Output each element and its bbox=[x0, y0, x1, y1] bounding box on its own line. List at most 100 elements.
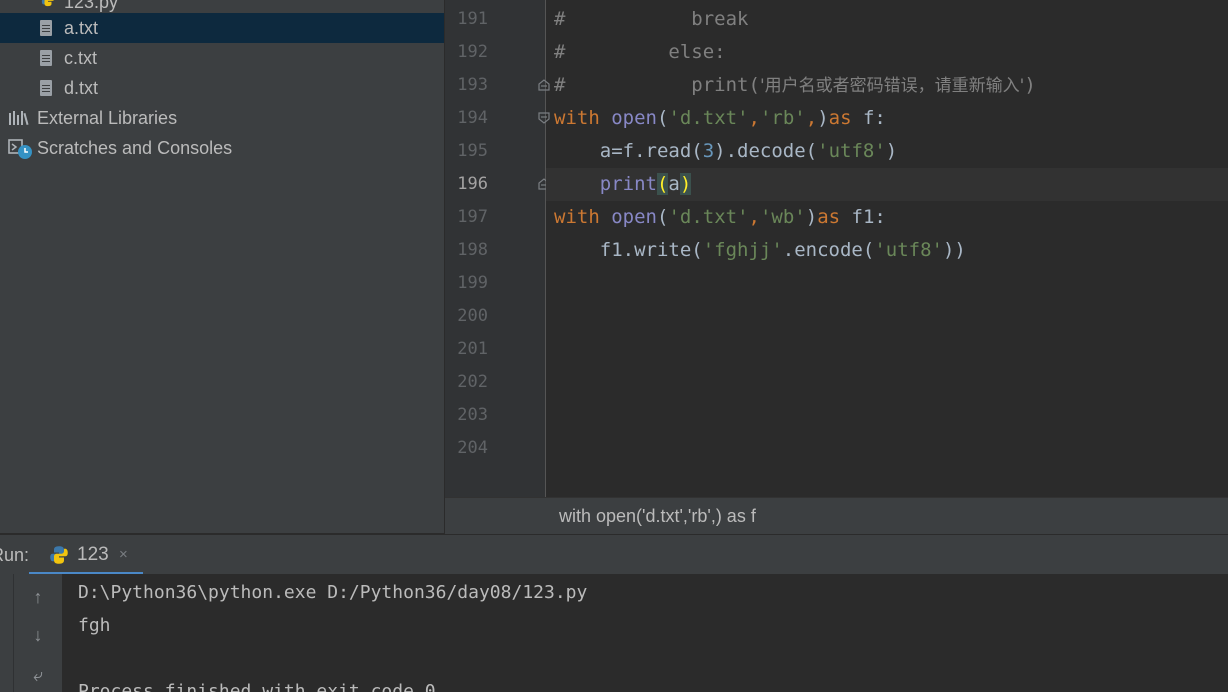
keyword-as: as bbox=[828, 107, 852, 129]
string-literal: 'utf8' bbox=[817, 140, 886, 162]
arrow-down-icon[interactable]: ↓ bbox=[26, 623, 50, 647]
run-tool-window-header: Run: 123 × bbox=[0, 534, 1228, 575]
breadcrumb[interactable]: with open('d.txt','rb',) as f bbox=[559, 498, 756, 534]
line-number-current: 196 bbox=[457, 174, 488, 194]
string-literal: 'fghjj' bbox=[702, 239, 783, 261]
paren: ) bbox=[885, 140, 898, 162]
run-label: Run: bbox=[0, 545, 30, 565]
code-line-193[interactable]: # print('用户名或者密码错误，请重新输入') bbox=[554, 69, 1036, 102]
run-tab-label: 123 bbox=[77, 544, 109, 565]
text-file-icon bbox=[40, 80, 52, 96]
arrow-up-icon[interactable]: ↑ bbox=[26, 585, 50, 609]
line-number-gutter: 191 192 193 194 195 196 197 198 199 200 … bbox=[445, 0, 545, 497]
code-line-197[interactable]: with open('d.txt','wb')as f1: bbox=[554, 201, 886, 234]
tree-item-label: Scratches and Consoles bbox=[37, 138, 233, 158]
tree-item-d-txt[interactable]: d.txt bbox=[0, 73, 444, 103]
keyword-with: with bbox=[554, 107, 600, 129]
library-icon bbox=[9, 111, 31, 126]
tree-item-label: c.txt bbox=[64, 48, 98, 68]
tree-item-a-txt[interactable]: a.txt bbox=[0, 13, 444, 43]
matched-paren: ( bbox=[656, 173, 669, 195]
expression: .encode( bbox=[782, 239, 875, 261]
comment-print: print bbox=[691, 74, 749, 96]
fold-end-icon[interactable] bbox=[538, 79, 550, 91]
fold-start-icon[interactable] bbox=[538, 112, 550, 124]
editor-breadcrumb-bar: with open('d.txt','rb',) as f bbox=[445, 497, 1228, 534]
line-number: 202 bbox=[457, 372, 488, 392]
tree-item-label: External Libraries bbox=[37, 108, 178, 128]
comment: # break bbox=[554, 8, 749, 30]
matched-paren: ) bbox=[679, 173, 692, 195]
paren: ( bbox=[748, 74, 760, 96]
line-number: 198 bbox=[457, 240, 488, 260]
code-line-195[interactable]: a=f.read(3).decode('utf8') bbox=[554, 135, 897, 168]
paren: ( bbox=[656, 206, 669, 228]
code-line-198[interactable]: f1.write('fghjj'.encode('utf8')) bbox=[554, 234, 966, 267]
identifier: a bbox=[668, 173, 680, 195]
identifier: f: bbox=[851, 107, 886, 129]
tree-item-label: a.txt bbox=[64, 18, 99, 38]
code-line-196[interactable]: print(a) bbox=[554, 168, 692, 201]
tree-item-c-txt[interactable]: c.txt bbox=[0, 43, 444, 73]
line-number: 201 bbox=[457, 339, 488, 359]
line-number: 197 bbox=[457, 207, 488, 227]
close-icon[interactable]: × bbox=[119, 535, 128, 575]
text-file-icon bbox=[40, 50, 52, 66]
run-tab-123[interactable]: 123 × bbox=[29, 535, 143, 575]
expression: f1.write( bbox=[599, 239, 703, 261]
paren: ) bbox=[1024, 74, 1036, 96]
line-number: 193 bbox=[457, 75, 488, 95]
scratches-icon bbox=[8, 139, 32, 159]
comment: # else: bbox=[554, 41, 726, 63]
console-line: fgh bbox=[78, 615, 111, 636]
expression: ).decode( bbox=[714, 140, 818, 162]
gutter-separator bbox=[545, 0, 546, 497]
line-number: 200 bbox=[457, 306, 488, 326]
code-line-191[interactable]: # break bbox=[554, 3, 748, 36]
comma: , bbox=[805, 107, 818, 129]
run-toolbar: ↑ ↓ ⤶ bbox=[0, 574, 62, 692]
code-editor[interactable]: 191 192 193 194 195 196 197 198 199 200 … bbox=[445, 0, 1228, 497]
tree-item-scratches[interactable]: Scratches and Consoles bbox=[0, 133, 444, 163]
python-file-icon bbox=[41, 0, 54, 7]
builtin-print: print bbox=[599, 173, 657, 195]
line-number: 192 bbox=[457, 42, 488, 62]
comma: , bbox=[748, 206, 760, 228]
string-literal: 'd.txt' bbox=[668, 107, 749, 129]
line-number: 204 bbox=[457, 438, 488, 458]
keyword-with: with bbox=[554, 206, 600, 228]
tree-item-label: d.txt bbox=[64, 78, 99, 98]
number-literal: 3 bbox=[702, 140, 715, 162]
line-number: 203 bbox=[457, 405, 488, 425]
run-console-output[interactable]: D:\Python36\python.exe D:/Python36/day08… bbox=[62, 574, 1228, 692]
comment-hash: # bbox=[554, 74, 566, 96]
keyword-as: as bbox=[817, 206, 841, 228]
string-literal: 'utf8' bbox=[874, 239, 943, 261]
code-line-194[interactable]: with open('d.txt','rb',)as f: bbox=[554, 102, 886, 135]
string-literal: 'd.txt' bbox=[668, 206, 749, 228]
text-file-icon bbox=[40, 20, 52, 36]
tree-item-external-libraries[interactable]: External Libraries bbox=[0, 103, 444, 133]
string-literal: 'rb' bbox=[759, 107, 806, 129]
console-line: Process finished with exit code 0 bbox=[78, 681, 436, 692]
code-line-192[interactable]: # else: bbox=[554, 36, 726, 69]
line-number: 194 bbox=[457, 108, 488, 128]
line-number: 199 bbox=[457, 273, 488, 293]
python-icon bbox=[50, 546, 68, 564]
builtin-open: open bbox=[611, 206, 657, 228]
paren: ) bbox=[805, 206, 818, 228]
paren: ( bbox=[656, 107, 669, 129]
builtin-open: open bbox=[611, 107, 657, 129]
expression: a=f.read( bbox=[599, 140, 703, 162]
soft-wrap-icon[interactable]: ⤶ bbox=[26, 663, 50, 687]
paren: ) bbox=[817, 107, 829, 129]
string-literal: 'wb' bbox=[759, 206, 806, 228]
line-number: 191 bbox=[457, 9, 488, 29]
comma: , bbox=[748, 107, 760, 129]
project-tool-window: 123.py a.txt c.txt d.txt External Librar… bbox=[0, 0, 444, 533]
paren: )) bbox=[942, 239, 966, 261]
